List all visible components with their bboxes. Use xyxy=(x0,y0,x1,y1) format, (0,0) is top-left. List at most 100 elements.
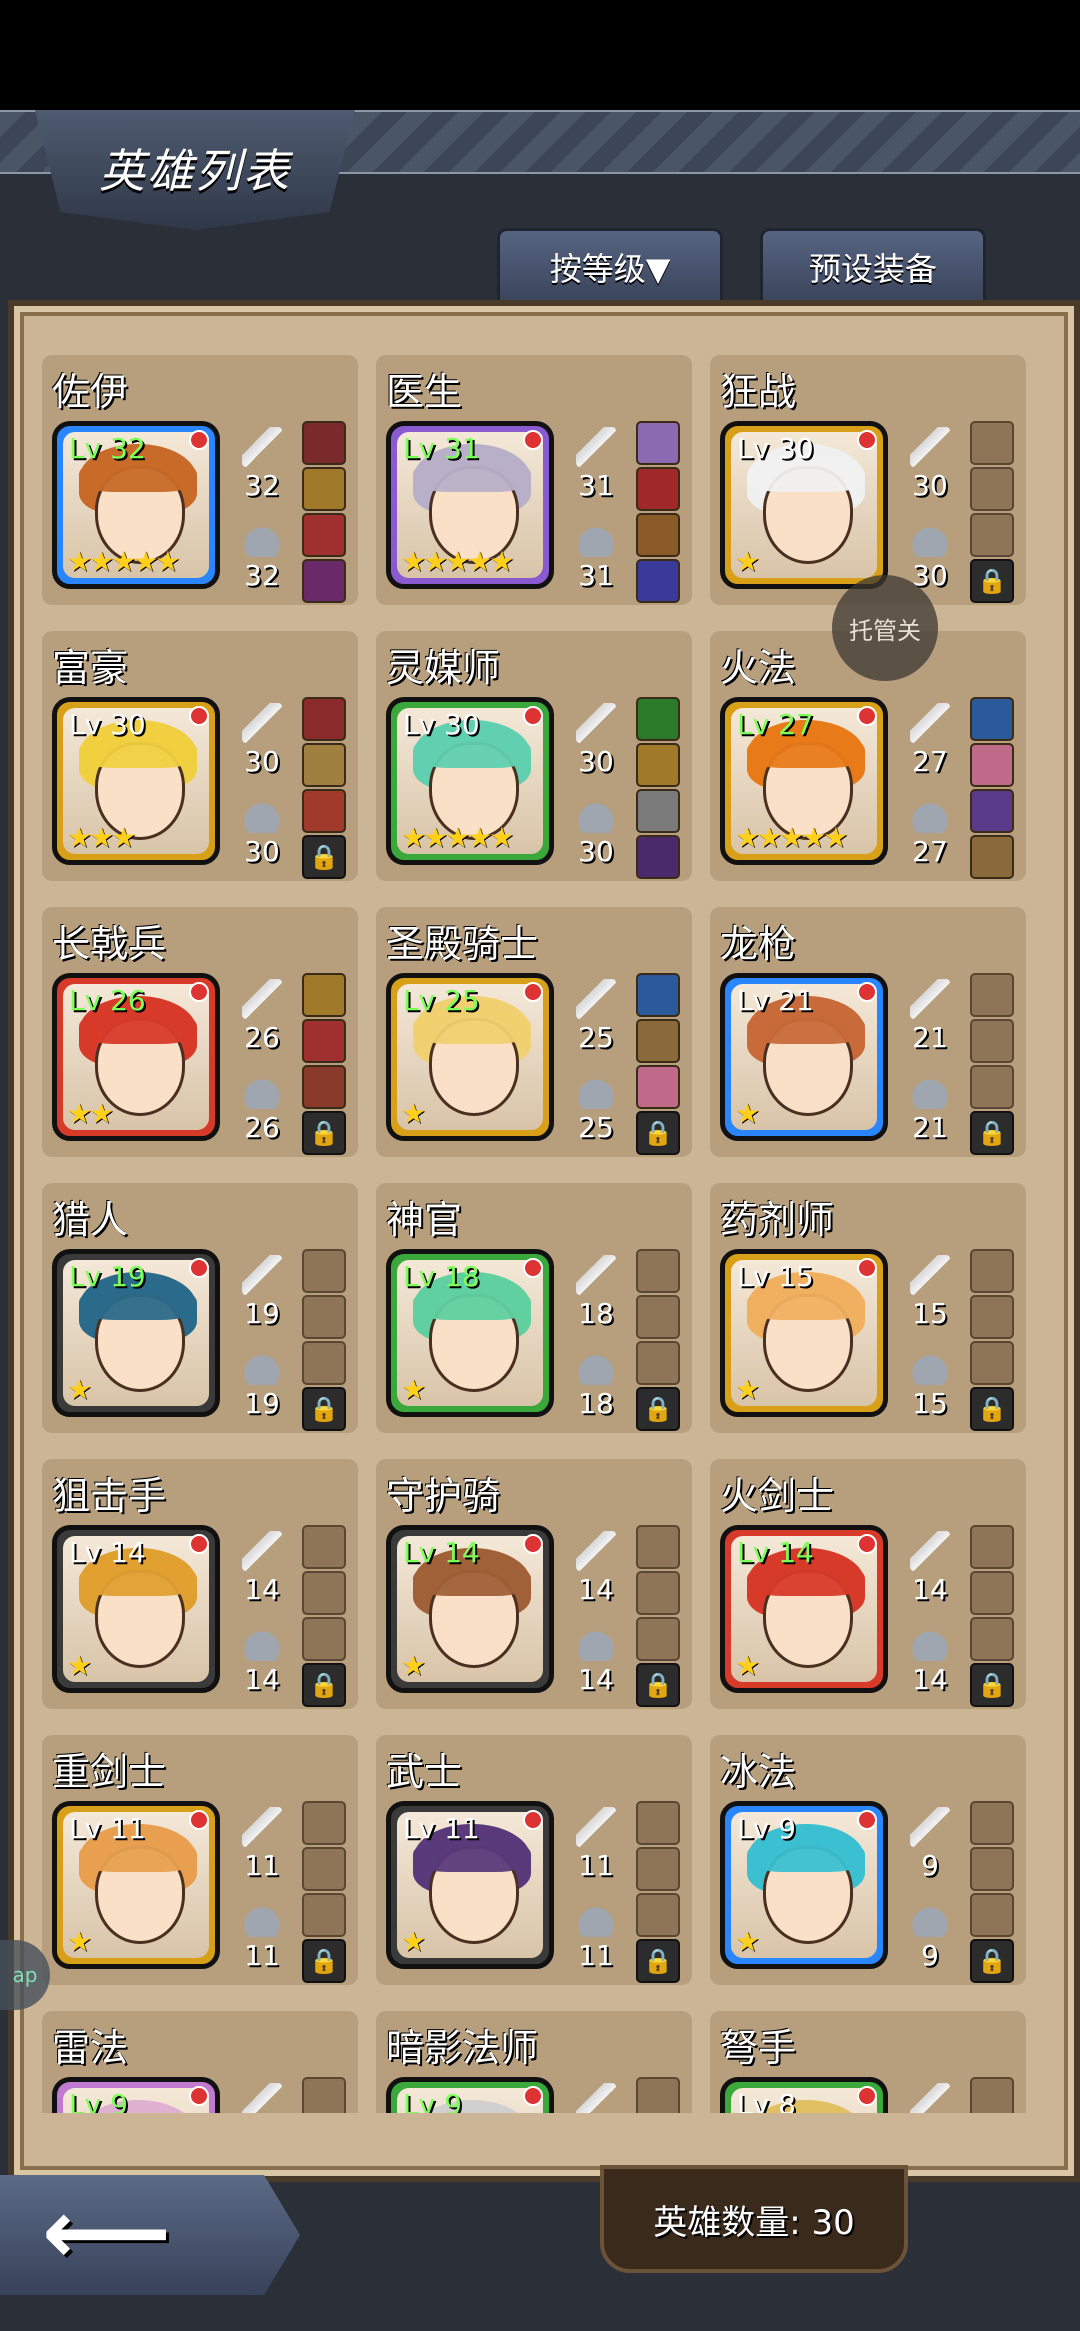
lock-icon[interactable]: 🔒 xyxy=(636,1387,680,1431)
equipment-slot-empty[interactable] xyxy=(302,1801,346,1845)
equipment-slot-empty[interactable] xyxy=(970,421,1014,465)
lock-icon[interactable]: 🔒 xyxy=(970,1939,1014,1983)
equipment-slot-filled[interactable] xyxy=(636,835,680,879)
hero-portrait[interactable]: Lv 11 ★ xyxy=(52,1801,220,1969)
equipment-slot-empty[interactable] xyxy=(970,1295,1014,1339)
equipment-slot-empty[interactable] xyxy=(302,1249,346,1293)
lock-icon[interactable]: 🔒 xyxy=(970,1387,1014,1431)
equipment-slot-filled[interactable] xyxy=(970,789,1014,833)
equipment-slot-filled[interactable] xyxy=(636,789,680,833)
lock-icon[interactable]: 🔒 xyxy=(970,1111,1014,1155)
equipment-slot-empty[interactable] xyxy=(970,513,1014,557)
equipment-slot-empty[interactable] xyxy=(302,1893,346,1937)
hero-portrait[interactable]: Lv 30 ★ xyxy=(720,421,888,589)
equipment-slot-filled[interactable] xyxy=(302,467,346,511)
hero-portrait[interactable]: Lv 9 xyxy=(52,2077,220,2113)
equipment-slot-empty[interactable] xyxy=(970,973,1014,1017)
equipment-slot-empty[interactable] xyxy=(636,1847,680,1891)
hero-card[interactable]: 圣殿骑士 Lv 25 ★ 25 25 🔒 xyxy=(376,907,692,1157)
equipment-slot-empty[interactable] xyxy=(636,1295,680,1339)
lock-icon[interactable]: 🔒 xyxy=(302,835,346,879)
equipment-slot-empty[interactable] xyxy=(636,1341,680,1385)
hero-portrait[interactable]: Lv 19 ★ xyxy=(52,1249,220,1417)
hero-portrait[interactable]: Lv 25 ★ xyxy=(386,973,554,1141)
hero-portrait[interactable]: Lv 8 xyxy=(720,2077,888,2113)
hero-portrait[interactable]: Lv 18 ★ xyxy=(386,1249,554,1417)
equipment-slot-empty[interactable] xyxy=(636,1249,680,1293)
equipment-slot-filled[interactable] xyxy=(970,697,1014,741)
hero-portrait[interactable]: Lv 31 ★★★★★ xyxy=(386,421,554,589)
hero-portrait[interactable]: Lv 9 ★ xyxy=(720,1801,888,1969)
equipment-slot-empty[interactable] xyxy=(970,1893,1014,1937)
equipment-slot-empty[interactable] xyxy=(302,1341,346,1385)
equipment-slot-filled[interactable] xyxy=(636,1019,680,1063)
hero-card[interactable]: 富豪 Lv 30 ★★★ 30 30 🔒 xyxy=(42,631,358,881)
lock-icon[interactable]: 🔒 xyxy=(970,1663,1014,1707)
hero-portrait[interactable]: Lv 26 ★★ xyxy=(52,973,220,1141)
equipment-slot-filled[interactable] xyxy=(302,1019,346,1063)
equipment-slot-empty[interactable] xyxy=(302,1295,346,1339)
hero-portrait[interactable]: Lv 9 xyxy=(386,2077,554,2113)
equipment-slot-filled[interactable] xyxy=(302,1065,346,1109)
equipment-slot-empty[interactable] xyxy=(636,1893,680,1937)
equipment-slot-empty[interactable] xyxy=(970,1847,1014,1891)
hero-card[interactable]: 狙击手 Lv 14 ★ 14 14 🔒 xyxy=(42,1459,358,1709)
lock-icon[interactable]: 🔒 xyxy=(302,1663,346,1707)
hero-portrait[interactable]: Lv 30 ★★★ xyxy=(52,697,220,865)
hero-card[interactable]: 火剑士 Lv 14 ★ 14 14 🔒 xyxy=(710,1459,1026,1709)
equipment-slot-empty[interactable] xyxy=(636,1801,680,1845)
equipment-slot-filled[interactable] xyxy=(636,559,680,603)
hero-card[interactable]: 重剑士 Lv 11 ★ 11 11 🔒 xyxy=(42,1735,358,1985)
hero-portrait[interactable]: Lv 15 ★ xyxy=(720,1249,888,1417)
equipment-slot-filled[interactable] xyxy=(636,973,680,1017)
equipment-slot-empty[interactable] xyxy=(302,1617,346,1661)
hero-card[interactable]: 长戟兵 Lv 26 ★★ 26 26 🔒 xyxy=(42,907,358,1157)
hero-card[interactable]: 冰法 Lv 9 ★ 9 9 🔒 xyxy=(710,1735,1026,1985)
equipment-slot-empty[interactable] xyxy=(970,467,1014,511)
hero-card[interactable]: 灵媒师 Lv 30 ★★★★★ 30 30 xyxy=(376,631,692,881)
hero-card[interactable]: 佐伊 Lv 32 ★★★★★ 32 32 xyxy=(42,355,358,605)
lock-icon[interactable]: 🔒 xyxy=(302,1387,346,1431)
equipment-slot-filled[interactable] xyxy=(302,421,346,465)
sort-by-level-button[interactable]: 按等级▼ xyxy=(497,228,723,303)
equipment-slot-filled[interactable] xyxy=(302,697,346,741)
lock-icon[interactable]: 🔒 xyxy=(302,1111,346,1155)
equipment-slot-empty[interactable] xyxy=(970,1617,1014,1661)
equipment-slot-filled[interactable] xyxy=(302,513,346,557)
equipment-slot-empty[interactable] xyxy=(970,1801,1014,1845)
auto-manage-toggle[interactable]: 托管关 xyxy=(832,575,938,681)
equipment-slot-empty[interactable] xyxy=(636,1525,680,1569)
hero-card[interactable]: 神官 Lv 18 ★ 18 18 🔒 xyxy=(376,1183,692,1433)
equipment-slot-empty[interactable] xyxy=(302,1571,346,1615)
hero-card[interactable]: 雷法 Lv 9 xyxy=(42,2011,358,2113)
hero-portrait[interactable]: Lv 32 ★★★★★ xyxy=(52,421,220,589)
lock-icon[interactable]: 🔒 xyxy=(636,1939,680,1983)
preset-equipment-button[interactable]: 预设装备 xyxy=(760,228,986,303)
hero-portrait[interactable]: Lv 21 ★ xyxy=(720,973,888,1141)
equipment-slot-empty[interactable] xyxy=(970,1249,1014,1293)
equipment-slot-empty[interactable] xyxy=(636,1571,680,1615)
equipment-slot-empty[interactable] xyxy=(636,2077,680,2113)
equipment-slot-empty[interactable] xyxy=(970,1341,1014,1385)
equipment-slot-empty[interactable] xyxy=(302,2077,346,2113)
equipment-slot-empty[interactable] xyxy=(302,1847,346,1891)
equipment-slot-empty[interactable] xyxy=(970,1525,1014,1569)
hero-portrait[interactable]: Lv 14 ★ xyxy=(720,1525,888,1693)
equipment-slot-filled[interactable] xyxy=(302,789,346,833)
hero-portrait[interactable]: Lv 30 ★★★★★ xyxy=(386,697,554,865)
hero-card[interactable]: 守护骑 Lv 14 ★ 14 14 🔒 xyxy=(376,1459,692,1709)
equipment-slot-empty[interactable] xyxy=(636,1617,680,1661)
equipment-slot-empty[interactable] xyxy=(970,1571,1014,1615)
equipment-slot-empty[interactable] xyxy=(302,1525,346,1569)
lock-icon[interactable]: 🔒 xyxy=(302,1939,346,1983)
equipment-slot-filled[interactable] xyxy=(636,513,680,557)
equipment-slot-filled[interactable] xyxy=(970,743,1014,787)
hero-card[interactable]: 药剂师 Lv 15 ★ 15 15 🔒 xyxy=(710,1183,1026,1433)
hero-card[interactable]: 狂战 Lv 30 ★ 30 30 🔒 xyxy=(710,355,1026,605)
equipment-slot-filled[interactable] xyxy=(636,421,680,465)
hero-card[interactable]: 猎人 Lv 19 ★ 19 19 🔒 xyxy=(42,1183,358,1433)
lock-icon[interactable]: 🔒 xyxy=(636,1111,680,1155)
hero-portrait[interactable]: Lv 14 ★ xyxy=(52,1525,220,1693)
equipment-slot-filled[interactable] xyxy=(636,467,680,511)
equipment-slot-filled[interactable] xyxy=(302,973,346,1017)
